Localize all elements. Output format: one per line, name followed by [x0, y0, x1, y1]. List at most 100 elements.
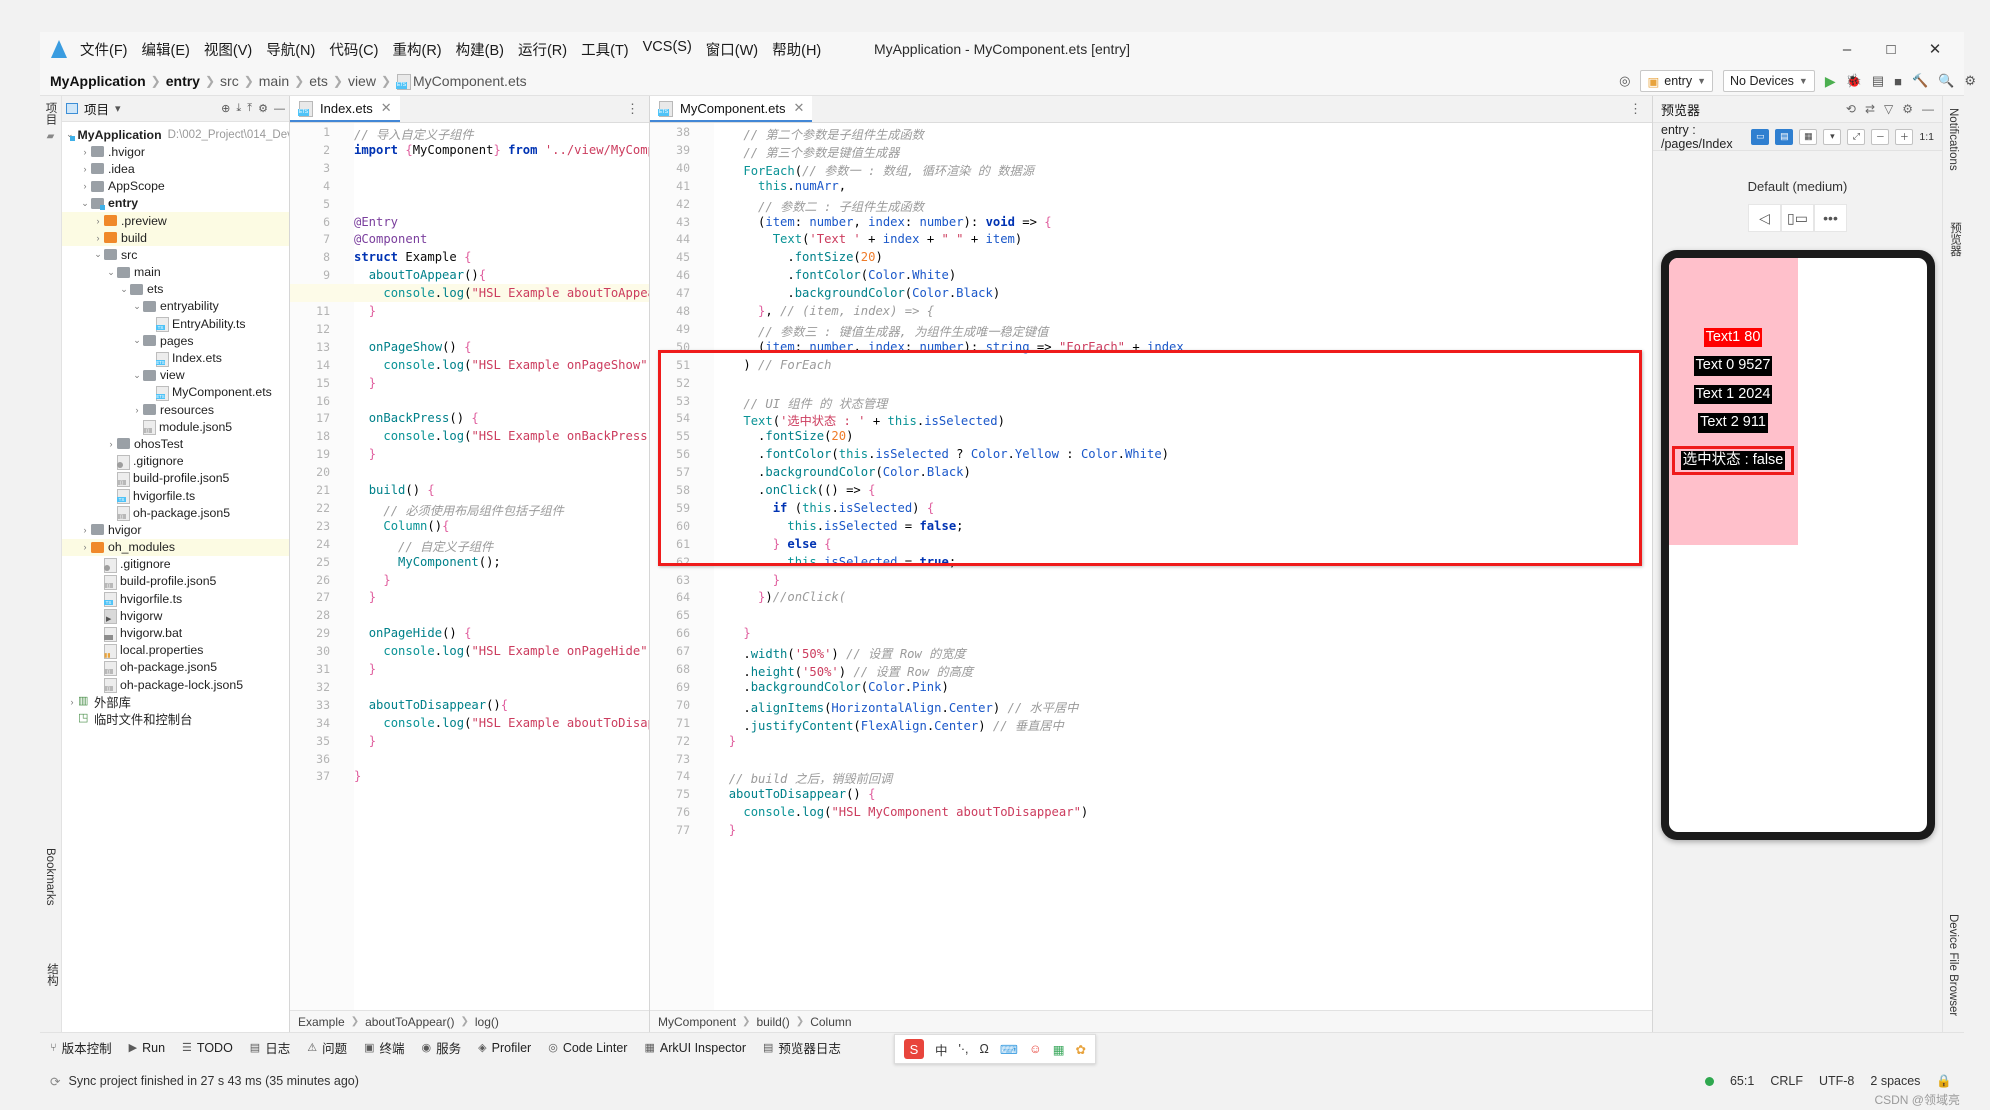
filter-icon[interactable]: ▽	[1884, 102, 1893, 116]
chevron-down-icon[interactable]: ⌄	[131, 370, 143, 381]
preview-text-3[interactable]: Text 2 911	[1698, 413, 1768, 433]
maximize-icon[interactable]: □	[1882, 41, 1900, 58]
code-line[interactable]: })//onClick(	[714, 590, 846, 604]
menu-item-3[interactable]: 导航(N)	[266, 39, 315, 60]
caret-position[interactable]: 65:1	[1730, 1074, 1754, 1088]
tree-item-src[interactable]: ⌄ src	[62, 246, 289, 263]
lock-icon[interactable]: 🔒	[1936, 1074, 1952, 1089]
side-tab-project[interactable]: 项目	[43, 102, 59, 125]
code-line[interactable]: build() {	[354, 483, 435, 497]
breadcrumb-item-5[interactable]: view	[348, 73, 376, 89]
editor-options-icon[interactable]: ⋮	[616, 96, 649, 122]
code-line[interactable]: }	[354, 304, 376, 318]
footer-crumb-0[interactable]: MyComponent	[658, 1015, 736, 1029]
code-text-left[interactable]: // 导入自定义子组件 import {MyComponent} from '..…	[354, 123, 649, 1010]
chevron-down-icon[interactable]: ▾	[115, 102, 121, 115]
gear-icon[interactable]: ⚙	[258, 102, 268, 115]
minimize-icon[interactable]: –	[1838, 41, 1856, 58]
code-line[interactable]: .backgroundColor(Color.Black)	[714, 465, 971, 479]
side-tab-structure[interactable]: 结构	[44, 963, 60, 986]
tree-item-MyApplication[interactable]: ⌄MyApplicationD:\002_Project\014_DevEcoS…	[62, 126, 289, 143]
chevron-right-icon[interactable]: ›	[105, 439, 117, 449]
tree-item-MyComponent.ets[interactable]: MyComponent.ets	[62, 384, 289, 401]
tool-window-ArkUI Inspector[interactable]: ▦ ArkUI Inspector	[644, 1041, 746, 1055]
footer-crumb-1[interactable]: aboutToAppear()	[365, 1015, 454, 1029]
code-line[interactable]: this.numArr,	[714, 179, 846, 193]
code-line[interactable]: }	[714, 626, 750, 640]
ime-item-0[interactable]: 中	[935, 1040, 948, 1059]
code-line[interactable]: Text('选中状态 : ' + this.isSelected)	[714, 411, 1005, 429]
code-line[interactable]: // 参数二 : 子组件生成函数	[714, 197, 924, 215]
search-icon[interactable]: 🔍	[1938, 73, 1954, 89]
tree-item-local.properties[interactable]: local.properties	[62, 642, 289, 659]
menu-item-10[interactable]: 窗口(W)	[706, 39, 758, 60]
code-line[interactable]: .alignItems(HorizontalAlign.Center) // 水…	[714, 698, 1078, 716]
module-selector[interactable]: ▣ entry ▼	[1640, 70, 1713, 92]
code-line[interactable]: .fontColor(this.isSelected ? Color.Yello…	[714, 447, 1169, 461]
footer-crumb-2[interactable]: log()	[475, 1015, 499, 1029]
tree-item-hvigorfile.ts[interactable]: hvigorfile.ts	[62, 487, 289, 505]
code-line[interactable]: console.log("HSL Example aboutToDisappea…	[354, 716, 649, 730]
tool-window-Code Linter[interactable]: ◎ Code Linter	[548, 1041, 627, 1055]
tree-item-.gitignore[interactable]: .gitignore	[62, 556, 289, 573]
tool-window-服务[interactable]: ◉ 服务	[422, 1038, 462, 1057]
menu-item-2[interactable]: 视图(V)	[204, 39, 252, 60]
side-tab-bookmarks[interactable]: Bookmarks	[44, 848, 56, 906]
menu-item-4[interactable]: 代码(C)	[329, 39, 378, 60]
code-line[interactable]: aboutToDisappear(){	[354, 698, 508, 712]
code-line[interactable]: MyComponent();	[354, 555, 501, 569]
gear-icon[interactable]: ⚙	[1902, 102, 1913, 116]
tree-item-oh-package-lock.json5[interactable]: oh-package-lock.json5	[62, 676, 289, 694]
tree-item-hvigorw[interactable]: hvigorw	[62, 607, 289, 625]
code-line[interactable]: if (this.isSelected) {	[714, 501, 934, 515]
code-line[interactable]: }	[714, 823, 736, 837]
code-text-right[interactable]: // 第二个参数是子组件生成函数 // 第三个参数是键值生成器 ForEach(…	[714, 123, 1652, 1010]
code-line[interactable]: }, // (item, index) => {	[714, 304, 934, 318]
project-tree[interactable]: ⌄ MyApplication D:\002_Project\014_DevEcoS…	[62, 122, 289, 1032]
tool-window-预览器日志[interactable]: ▤ 预览器日志	[763, 1038, 841, 1057]
tree-item-Index.ets[interactable]: Index.ets	[62, 349, 289, 367]
run-icon[interactable]: ▶	[1825, 73, 1836, 90]
tree-item-build-profile.json5[interactable]: build-profile.json5	[62, 573, 289, 590]
inspector-toggle-icon[interactable]: ▭	[1751, 128, 1770, 145]
code-view-right[interactable]: 38 39 40 41 42 43 44 45 46 47 48 49 50 51 52 53 54 55 56 57…	[650, 123, 1652, 1010]
device-screen[interactable]: Text1 80 Text 0 9527 Text 1 2024 Text 2 911…	[1668, 258, 1927, 832]
tree-item-外部库[interactable]: › ▥ 外部库	[62, 693, 289, 710]
editor-options-icon[interactable]: ⋮	[1619, 96, 1652, 122]
code-line[interactable]: // 第二个参数是子组件生成函数	[714, 125, 923, 143]
code-line[interactable]: @Component	[354, 232, 427, 246]
code-line[interactable]: console.log("HSL MyComponent aboutToDisa…	[714, 805, 1088, 819]
chevron-right-icon[interactable]: ›	[92, 216, 104, 226]
tree-item-ets[interactable]: ⌄ ets	[62, 281, 289, 298]
code-line[interactable]: aboutToAppear(){	[354, 268, 486, 282]
sogou-icon[interactable]: S	[903, 1039, 924, 1059]
tool-window-版本控制[interactable]: ⑂ 版本控制	[50, 1038, 112, 1057]
close-icon[interactable]: ✕	[381, 100, 392, 116]
tree-item-.idea[interactable]: › .idea	[62, 160, 289, 177]
tree-item-hvigorfile.ts[interactable]: hvigorfile.ts	[62, 590, 289, 608]
code-line[interactable]: }	[714, 734, 736, 748]
tree-item-.preview[interactable]: › .preview	[62, 211, 289, 230]
ime-item-4[interactable]: ☺	[1029, 1042, 1042, 1056]
chevron-right-icon[interactable]: ›	[66, 697, 78, 707]
side-tab-previewer[interactable]: 预览器	[1947, 222, 1963, 257]
sync-icon[interactable]: ⇄	[1865, 102, 1875, 116]
fold-gutter-right[interactable]	[696, 123, 714, 1010]
back-icon[interactable]: ◁	[1748, 204, 1781, 232]
footer-crumb-0[interactable]: Example	[298, 1015, 345, 1029]
code-line[interactable]: }	[354, 769, 361, 783]
preview-text-0[interactable]: Text1 80	[1703, 327, 1763, 348]
ime-item-6[interactable]: ✿	[1076, 1042, 1086, 1057]
code-line[interactable]: .width('50%') // 设置 Row 的宽度	[714, 644, 965, 662]
chevron-down-icon[interactable]: ⌄	[131, 301, 143, 312]
code-line[interactable]: onPageHide() {	[354, 626, 472, 640]
menu-item-5[interactable]: 重构(R)	[392, 39, 441, 60]
tree-item-AppScope[interactable]: › AppScope	[62, 178, 289, 195]
chevron-down-icon[interactable]: ⌄	[92, 249, 104, 260]
tool-window-终端[interactable]: ▣ 终端	[364, 1038, 404, 1057]
code-line[interactable]: }	[354, 590, 376, 604]
debug-icon[interactable]: 🐞	[1846, 73, 1862, 89]
zoom-in-icon[interactable]: ＋	[1895, 128, 1914, 145]
fit-icon[interactable]: ⤢	[1847, 128, 1866, 145]
layers-icon[interactable]: ▤	[1775, 128, 1794, 145]
